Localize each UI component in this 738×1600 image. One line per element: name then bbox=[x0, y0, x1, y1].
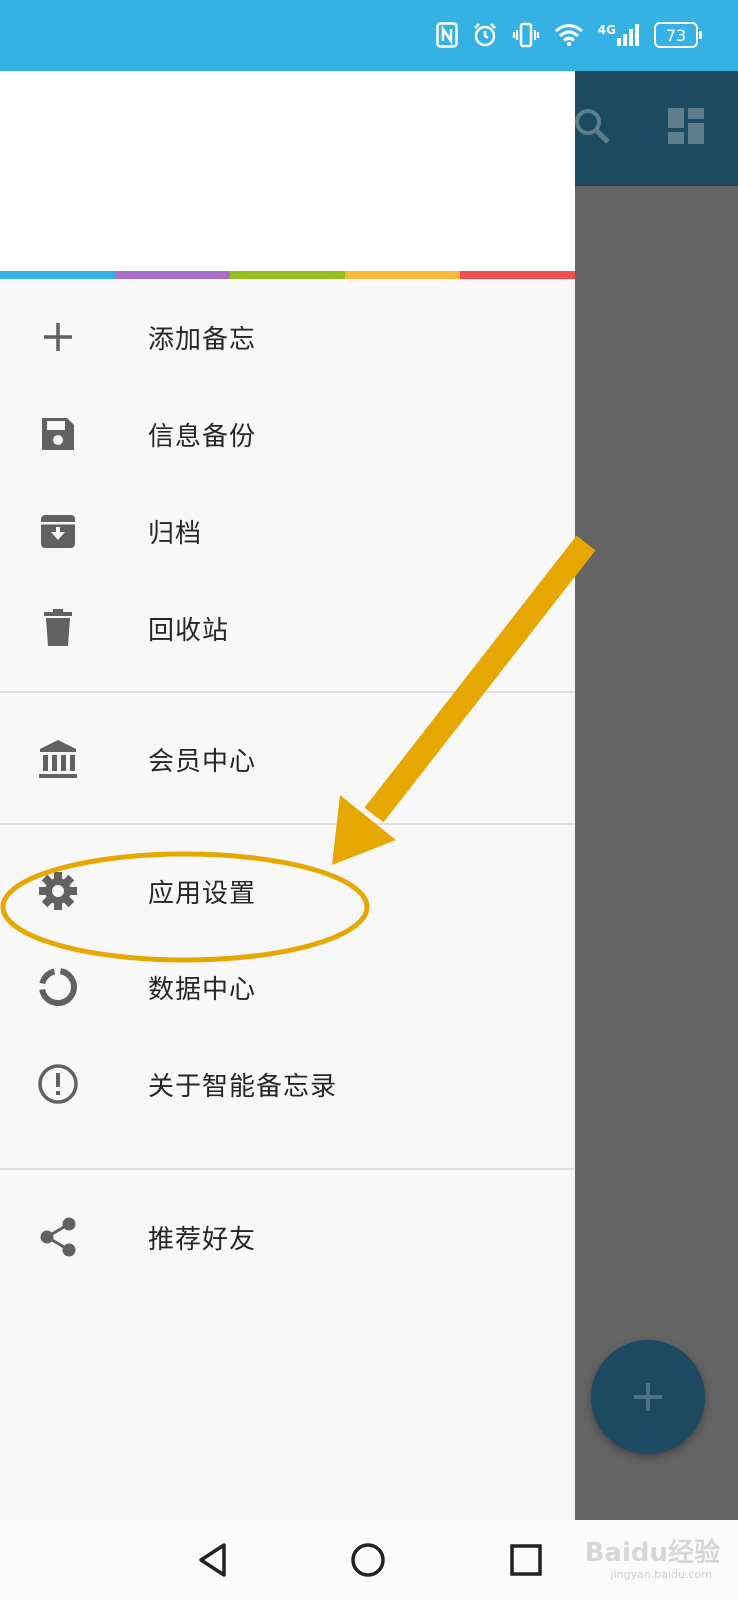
menu-item-label: 回收站 bbox=[148, 615, 230, 646]
plus-icon bbox=[634, 1383, 662, 1411]
signal-icon: 4G bbox=[598, 23, 640, 47]
menu-item-data-center[interactable]: 数据中心 bbox=[0, 939, 575, 1035]
menu-item-add-note[interactable]: 添加备忘 bbox=[0, 289, 575, 385]
watermark-url: jingyan.baidu.com bbox=[610, 1568, 712, 1581]
menu-item-label: 会员中心 bbox=[148, 746, 257, 777]
back-icon[interactable] bbox=[196, 1542, 230, 1582]
battery-icon: 73 bbox=[654, 22, 702, 48]
nfc-icon bbox=[436, 22, 458, 48]
add-note-fab[interactable] bbox=[591, 1340, 705, 1454]
drawer-header bbox=[0, 71, 575, 271]
home-icon[interactable] bbox=[350, 1542, 386, 1582]
alarm-icon bbox=[472, 22, 498, 48]
menu-divider bbox=[0, 823, 575, 825]
gear-icon bbox=[36, 869, 80, 913]
menu-item-membership[interactable]: 会员中心 bbox=[0, 711, 575, 807]
menu-item-archive[interactable]: 归档 bbox=[0, 483, 575, 579]
system-navigation-bar: Baidu经验 jingyan.baidu.com bbox=[0, 1520, 738, 1600]
menu-item-backup[interactable]: 信息备份 bbox=[0, 386, 575, 482]
stripe-segment bbox=[460, 271, 575, 279]
stripe-segment bbox=[115, 271, 230, 279]
archive-icon bbox=[36, 509, 80, 553]
menu-item-trash[interactable]: 回收站 bbox=[0, 580, 575, 676]
info-icon bbox=[36, 1062, 80, 1106]
status-icons: 4G 73 bbox=[436, 18, 702, 52]
trash-icon bbox=[36, 606, 80, 650]
menu-item-label: 应用设置 bbox=[148, 878, 257, 909]
recent-apps-icon[interactable] bbox=[510, 1544, 542, 1580]
menu-item-about[interactable]: 关于智能备忘录 bbox=[0, 1036, 575, 1132]
navigation-drawer: 添加备忘 信息备份 归档 回收站 会员中心 应用设置 数据中心 关于智能备忘录 … bbox=[0, 71, 575, 1520]
vibrate-icon bbox=[512, 22, 540, 48]
menu-item-label: 推荐好友 bbox=[148, 1224, 257, 1255]
search-icon[interactable] bbox=[572, 106, 612, 150]
menu-item-label: 添加备忘 bbox=[148, 324, 257, 355]
status-bar: 4G 73 bbox=[0, 0, 738, 71]
watermark-logo: Baidu经验 bbox=[584, 1538, 720, 1568]
donut-chart-icon bbox=[36, 965, 80, 1009]
color-stripe bbox=[0, 271, 575, 279]
stripe-segment bbox=[0, 271, 115, 279]
stripe-segment bbox=[230, 271, 345, 279]
save-icon bbox=[36, 412, 80, 456]
menu-item-recommend[interactable]: 推荐好友 bbox=[0, 1189, 575, 1285]
menu-divider bbox=[0, 691, 575, 693]
wifi-icon bbox=[554, 23, 584, 47]
share-icon bbox=[36, 1215, 80, 1259]
battery-level: 73 bbox=[665, 25, 687, 45]
network-type-label: 4G bbox=[597, 23, 616, 37]
layout-icon[interactable] bbox=[668, 108, 706, 150]
menu-item-settings[interactable]: 应用设置 bbox=[0, 843, 575, 939]
stripe-segment bbox=[345, 271, 460, 279]
bank-icon bbox=[36, 737, 80, 781]
menu-divider bbox=[0, 1168, 575, 1170]
menu-item-label: 关于智能备忘录 bbox=[148, 1071, 338, 1102]
plus-icon bbox=[36, 315, 80, 359]
menu-item-label: 信息备份 bbox=[148, 421, 257, 452]
menu-item-label: 数据中心 bbox=[148, 974, 257, 1005]
menu-item-label: 归档 bbox=[148, 518, 203, 549]
